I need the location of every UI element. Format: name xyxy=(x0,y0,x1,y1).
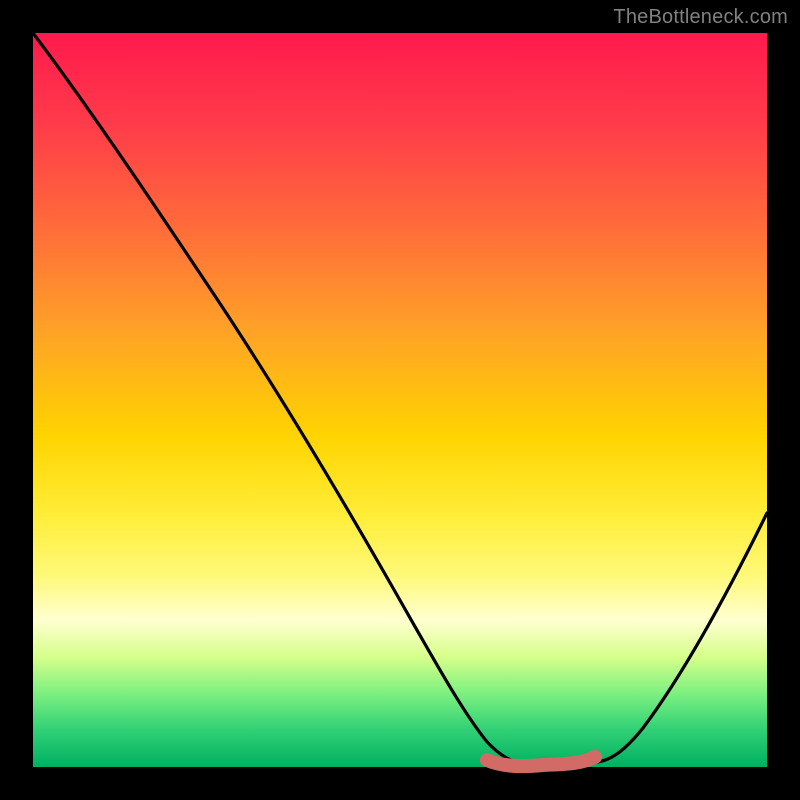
chart-container: TheBottleneck.com xyxy=(0,0,800,800)
bottleneck-curve-path xyxy=(33,33,767,763)
watermark-text: TheBottleneck.com xyxy=(613,6,788,29)
floor-band-path xyxy=(487,757,595,766)
chart-svg xyxy=(33,33,767,767)
